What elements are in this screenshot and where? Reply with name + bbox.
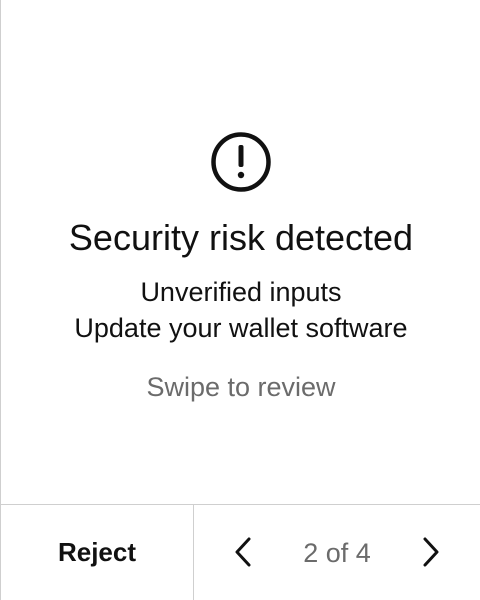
previous-page-button[interactable] <box>224 532 264 572</box>
warning-content: Security risk detected Unverified inputs… <box>1 0 480 504</box>
chevron-right-icon <box>423 537 439 567</box>
reject-button[interactable]: Reject <box>1 505 193 600</box>
warning-message-2: Update your wallet software <box>74 313 408 343</box>
warning-message-1: Unverified inputs <box>140 277 342 307</box>
exclamation-circle-icon <box>211 132 271 192</box>
footer-divider <box>193 505 194 600</box>
chevron-left-icon <box>235 537 251 567</box>
security-warning-screen: Security risk detected Unverified inputs… <box>0 0 480 600</box>
swipe-hint: Swipe to review <box>146 372 336 402</box>
page-indicator: 2 of 4 <box>303 538 371 568</box>
warning-title: Security risk detected <box>68 217 414 258</box>
next-page-button[interactable] <box>410 532 450 572</box>
action-footer: Reject 2 of 4 <box>1 504 480 600</box>
